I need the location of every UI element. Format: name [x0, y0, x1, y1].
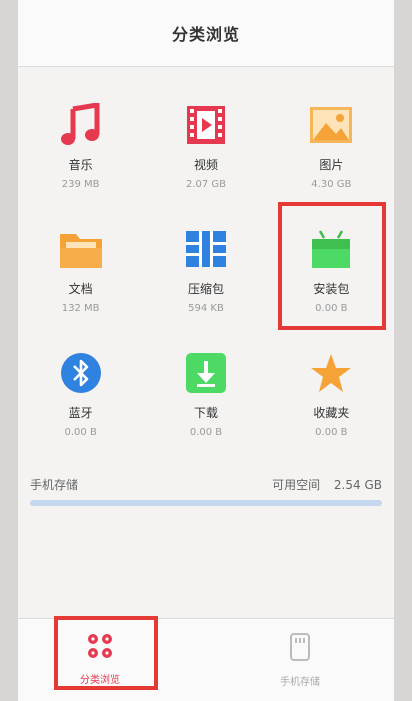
- category-label: 收藏夹: [313, 406, 350, 420]
- nav-label: 分类浏览: [80, 675, 120, 686]
- storage-free-value: 2.54 GB: [333, 478, 382, 492]
- phone-storage-icon: [289, 633, 311, 665]
- storage-free: 可用空间 2.54 GB: [272, 476, 382, 493]
- storage-label: 手机存储: [30, 478, 79, 492]
- category-size: 239 MB: [61, 179, 100, 190]
- category-label: 压缩包: [187, 282, 224, 296]
- category-size: 2.07 GB: [185, 179, 227, 190]
- top-bar: 分类浏览: [18, 0, 394, 67]
- file-manager-screen: 分类浏览 音乐 239 MB 视频 2.07 GB 图片 4.30 GB 文档 …: [18, 0, 394, 701]
- storage-free-label: 可用空间: [272, 478, 321, 492]
- category-music[interactable]: 音乐 239 MB: [18, 84, 143, 208]
- category-bluetooth[interactable]: 蓝牙 0.00 B: [18, 332, 143, 456]
- category-favorites[interactable]: 收藏夹 0.00 B: [269, 332, 394, 456]
- page-title: 分类浏览: [171, 25, 240, 44]
- category-label: 蓝牙: [68, 406, 93, 420]
- category-label: 图片: [319, 158, 344, 172]
- download-icon: [183, 350, 229, 396]
- category-grid: 音乐 239 MB 视频 2.07 GB 图片 4.30 GB 文档 132 M…: [18, 84, 394, 456]
- archive-icon: [183, 226, 229, 272]
- bluetooth-icon: [58, 350, 104, 396]
- bottom-navigation: 分类浏览 手机存储: [18, 618, 394, 701]
- category-size: 0.00 B: [315, 427, 348, 438]
- category-label: 安装包: [313, 282, 350, 296]
- star-icon: [308, 350, 354, 396]
- category-documents[interactable]: 文档 132 MB: [18, 208, 143, 332]
- category-video[interactable]: 视频 2.07 GB: [143, 84, 268, 208]
- storage-usage-bar: [30, 500, 382, 506]
- category-size: 0.00 B: [315, 303, 348, 314]
- category-pictures[interactable]: 图片 4.30 GB: [269, 84, 394, 208]
- category-size: 132 MB: [61, 303, 100, 314]
- category-label: 文档: [68, 282, 93, 296]
- nav-category-browse[interactable]: 分类浏览: [40, 633, 160, 686]
- nav-phone-storage[interactable]: 手机存储: [240, 633, 360, 688]
- music-icon: [58, 102, 104, 148]
- storage-usage-fill: [30, 500, 382, 506]
- picture-icon: [308, 102, 354, 148]
- category-archives[interactable]: 压缩包 594 KB: [143, 208, 268, 332]
- category-size: 0.00 B: [189, 427, 223, 438]
- category-downloads[interactable]: 下载 0.00 B: [143, 332, 268, 456]
- nav-label: 手机存储: [280, 677, 320, 688]
- category-grid-icon: [87, 633, 113, 663]
- category-size: 4.30 GB: [311, 179, 352, 190]
- category-size: 594 KB: [188, 303, 224, 314]
- category-size: 0.00 B: [64, 427, 97, 438]
- category-label: 下载: [193, 406, 218, 420]
- category-label: 音乐: [68, 158, 93, 172]
- android-package-icon: [308, 226, 354, 272]
- category-install-packages[interactable]: 安装包 0.00 B: [269, 208, 394, 332]
- phone-storage-summary[interactable]: 手机存储 可用空间 2.54 GB: [30, 476, 382, 493]
- folder-icon: [58, 226, 104, 272]
- video-icon: [183, 102, 229, 148]
- category-label: 视频: [193, 158, 218, 172]
